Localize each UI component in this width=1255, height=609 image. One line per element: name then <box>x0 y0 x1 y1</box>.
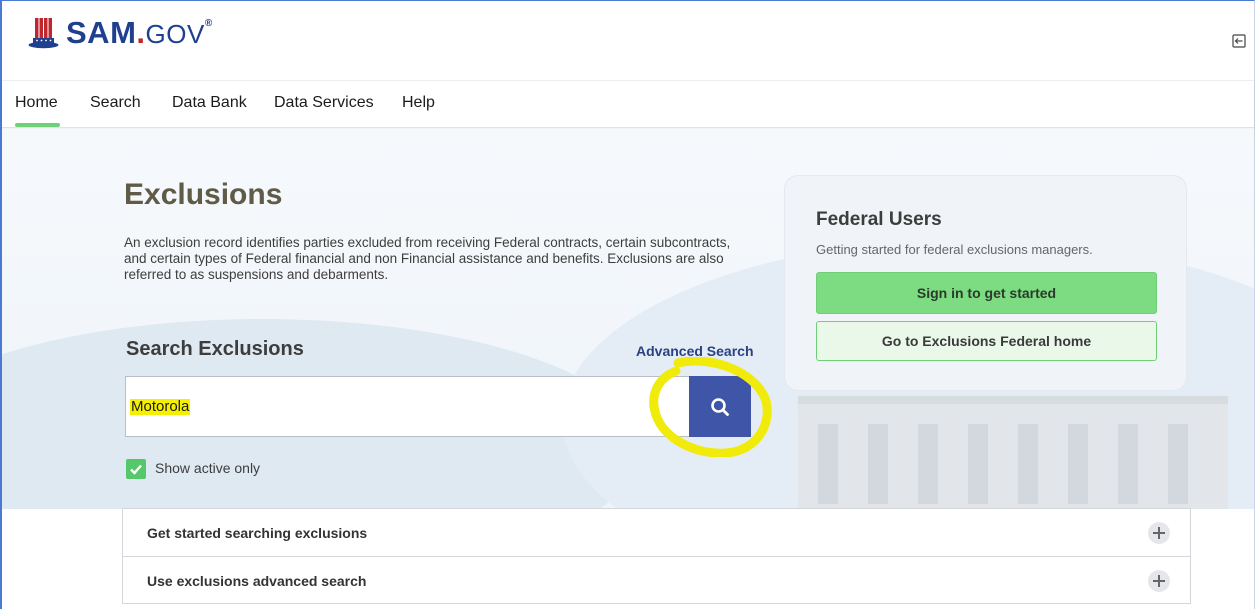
uncle-sam-hat-icon <box>28 18 59 49</box>
accordion-item-label: Get started searching exclusions <box>147 525 368 541</box>
sign-in-icon[interactable] <box>1232 34 1246 48</box>
page-description: An exclusion record identifies parties e… <box>124 235 731 282</box>
show-active-checkbox[interactable] <box>126 459 146 479</box>
plus-icon[interactable] <box>1148 570 1170 592</box>
federal-users-card: Federal Users Getting started for federa… <box>784 175 1187 391</box>
sign-in-button[interactable]: Sign in to get started <box>816 272 1157 314</box>
logo-registered: ® <box>204 18 213 29</box>
nav-search[interactable]: Search <box>90 94 141 112</box>
highlight-annotation <box>649 357 772 457</box>
nav-home[interactable]: Home <box>15 94 60 127</box>
show-active-label[interactable]: Show active only <box>155 460 260 476</box>
top-header: SAM.GOV® <box>2 1 1254 81</box>
logo-gov: GOV <box>145 19 205 49</box>
nav-data-bank[interactable]: Data Bank <box>172 94 247 112</box>
page-title: Exclusions <box>124 178 283 211</box>
federal-users-subtitle: Getting started for federal exclusions m… <box>816 242 1093 257</box>
nav-data-services[interactable]: Data Services <box>274 94 374 112</box>
accordion-item-get-started[interactable]: Get started searching exclusions <box>123 509 1190 556</box>
logo-sam: SAM <box>66 15 137 50</box>
logo-wordmark: SAM.GOV® <box>66 15 213 52</box>
nav-help[interactable]: Help <box>402 94 435 112</box>
search-input-value: Motorola <box>130 398 191 415</box>
main-nav: Home Search Data Bank Data Services Help <box>2 81 1254 128</box>
accordion-item-advanced-search[interactable]: Use exclusions advanced search <box>123 556 1190 603</box>
plus-icon[interactable] <box>1148 522 1170 544</box>
accordion-item-label: Use exclusions advanced search <box>147 573 367 589</box>
federal-home-button[interactable]: Go to Exclusions Federal home <box>816 321 1157 361</box>
capitol-building-icon <box>798 396 1228 509</box>
federal-users-title: Federal Users <box>816 209 942 230</box>
sam-logo[interactable]: SAM.GOV® <box>28 15 213 52</box>
logo-dot: . <box>136 15 146 50</box>
search-heading: Search Exclusions <box>126 338 304 360</box>
help-accordion: Get started searching exclusions Use exc… <box>122 508 1191 604</box>
checkmark-icon <box>130 464 142 475</box>
